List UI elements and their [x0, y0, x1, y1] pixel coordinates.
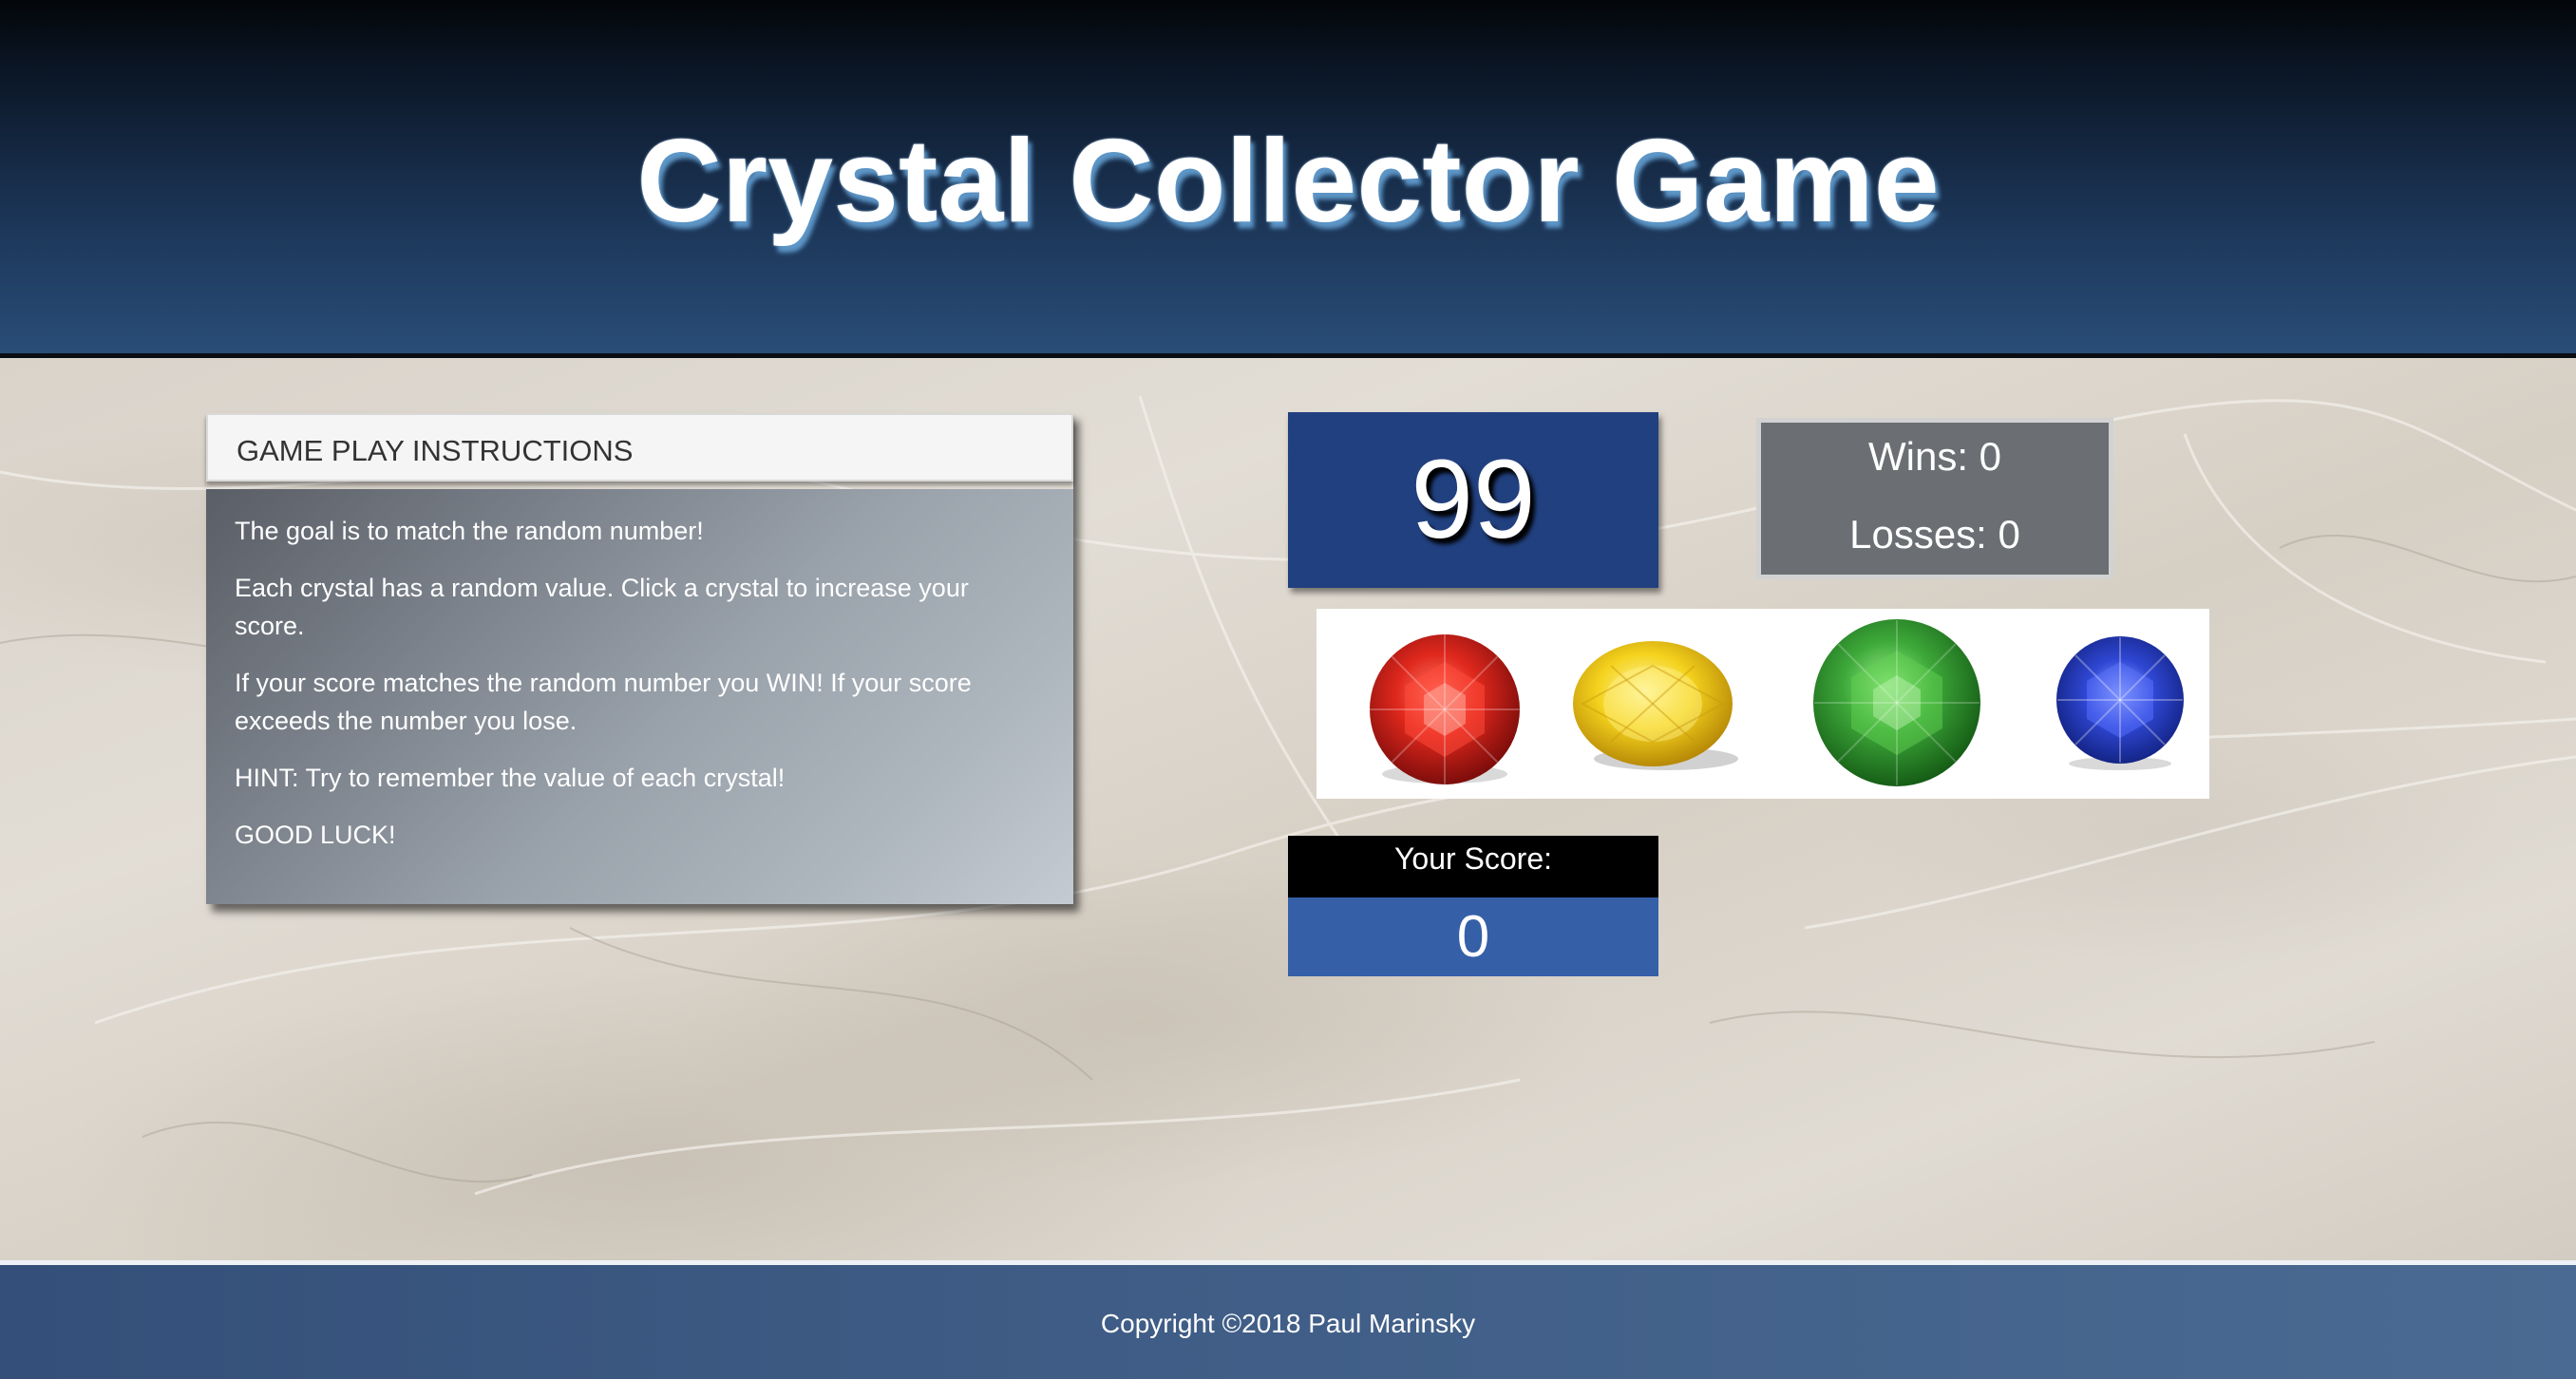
instruction-crystal-value: Each crystal has a random value. Click a… [235, 574, 969, 640]
instructions-header: GAME PLAY INSTRUCTIONS [206, 413, 1073, 482]
yellow-crystal-button[interactable] [1573, 637, 1740, 780]
red-crystal-button[interactable] [1367, 633, 1523, 789]
instructions-body: The goal is to match the random number! … [206, 489, 1073, 904]
losses-counter: Losses: 0 [1849, 512, 2020, 557]
page-header: Crystal Collector Game [0, 0, 2576, 358]
instruction-hint: HINT: Try to remember the value of each … [235, 764, 786, 792]
wins-counter: Wins: 0 [1867, 434, 2002, 479]
crystals-container [1316, 609, 2209, 799]
page-title: Crystal Collector Game [636, 116, 1940, 247]
target-number: 99 [1411, 437, 1536, 562]
green-crystal-button[interactable] [1812, 618, 1981, 787]
instructions-panel: GAME PLAY INSTRUCTIONS The goal is to ma… [206, 413, 1073, 904]
instructions-heading: GAME PLAY INSTRUCTIONS [237, 434, 634, 467]
score-label: Your Score: [1288, 836, 1658, 897]
copyright-text: Copyright ©2018 Paul Marinsky [1100, 1309, 1476, 1338]
score-value: 0 [1288, 897, 1658, 976]
instruction-win-lose: If your score matches the random number … [235, 669, 972, 735]
blue-crystal-button[interactable] [2055, 636, 2186, 771]
page-footer: Copyright ©2018 Paul Marinsky [0, 1260, 2576, 1379]
target-number-box: 99 [1288, 412, 1658, 588]
instruction-goal: The goal is to match the random number! [235, 517, 704, 545]
instruction-good-luck: GOOD LUCK! [235, 821, 396, 849]
stats-box: Wins: 0 Losses: 0 [1756, 418, 2113, 579]
